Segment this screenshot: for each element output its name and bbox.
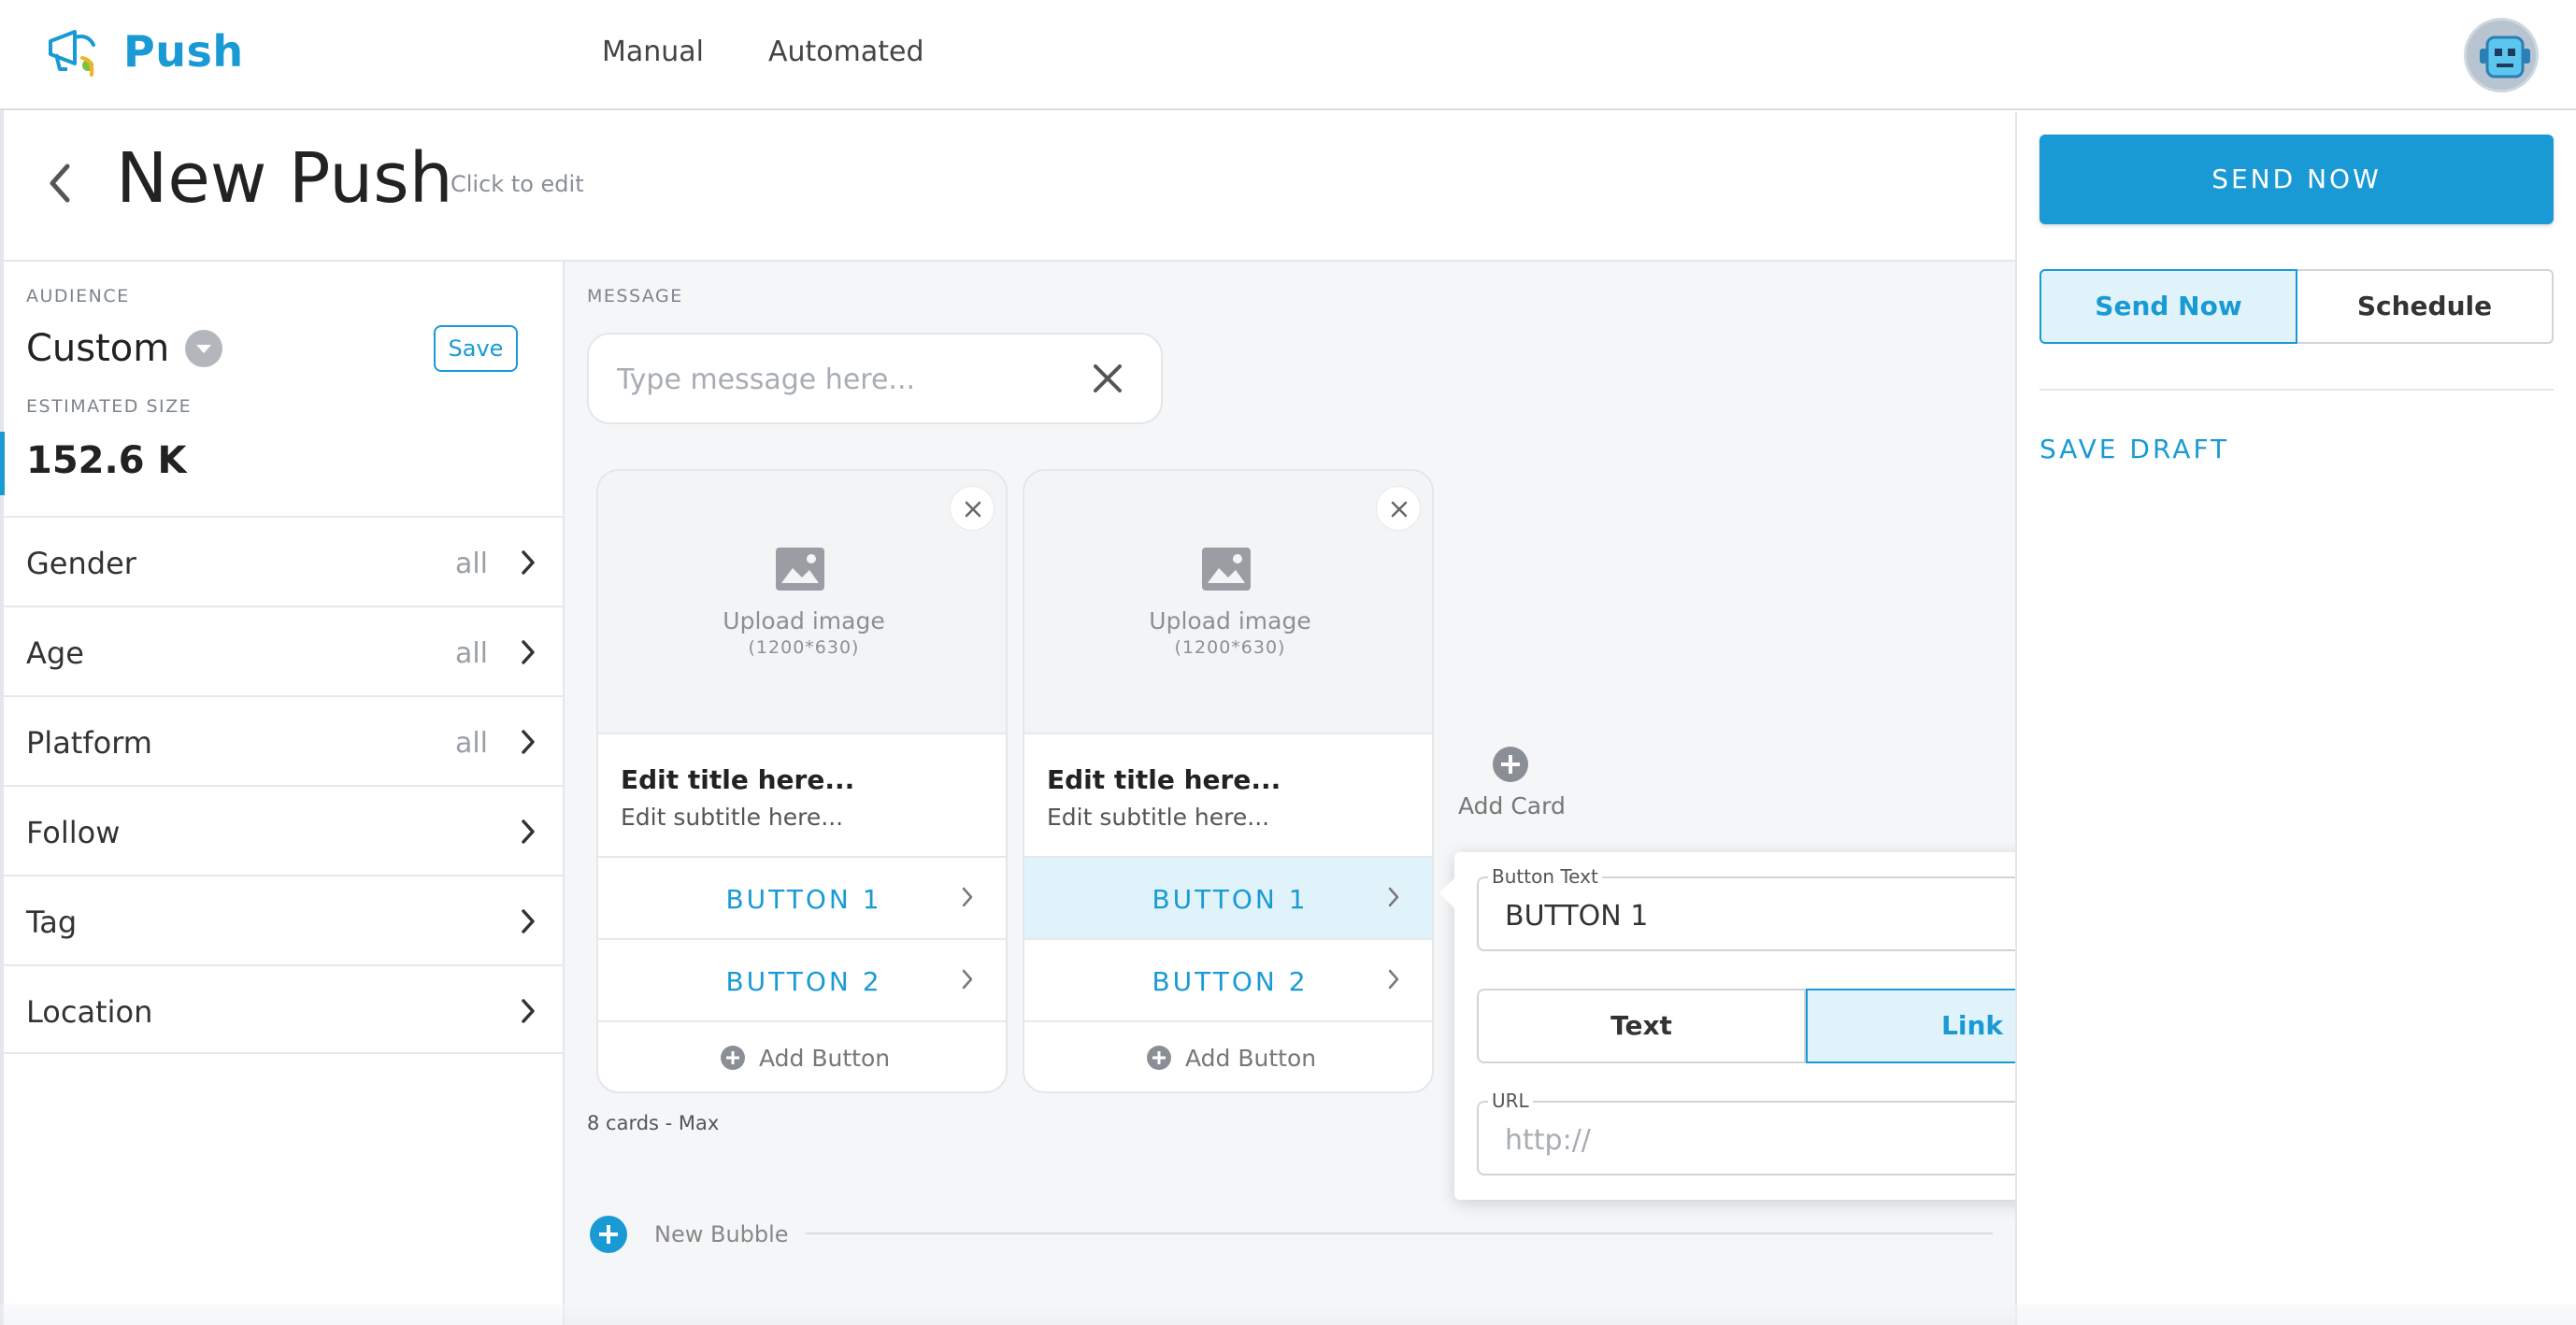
plus-circle-icon[interactable] — [589, 1215, 628, 1254]
upload-image-label: Upload image — [723, 607, 885, 634]
filter-row-location[interactable]: Location — [4, 964, 563, 1054]
upload-image-size: (1200*630) — [748, 637, 860, 658]
add-button-button[interactable]: Add Button — [1024, 1020, 1432, 1091]
avatar[interactable] — [2464, 18, 2539, 93]
chevron-right-icon — [522, 730, 535, 754]
card-button-label: BUTTON 1 — [1152, 884, 1309, 915]
remove-card-button[interactable] — [950, 486, 995, 531]
add-card-button[interactable]: Add Card — [1456, 744, 1567, 828]
close-icon — [965, 501, 981, 518]
filter-row-platform[interactable]: Platform all — [4, 695, 563, 785]
card-button-label: BUTTON 2 — [1152, 966, 1309, 997]
estimated-size-label: ESTIMATED SIZE — [26, 396, 193, 417]
plus-circle-icon — [1147, 1046, 1171, 1070]
new-bubble-divider — [806, 1232, 1993, 1234]
card-title[interactable]: Edit title here... — [1047, 764, 1281, 795]
chevron-right-icon — [522, 819, 535, 844]
top-navigation-bar — [0, 0, 2576, 110]
estimated-size-value: 152.6 K — [26, 439, 187, 482]
filter-value: all — [454, 548, 488, 580]
plus-circle-icon — [1493, 747, 1528, 782]
audience-value: Custom — [26, 327, 170, 370]
remove-card-button[interactable] — [1376, 486, 1421, 531]
filter-label: Follow — [26, 815, 121, 850]
new-bubble-label[interactable]: New Bubble — [654, 1221, 789, 1247]
message-input[interactable] — [617, 359, 1066, 400]
card-button-2[interactable]: BUTTON 2 — [598, 938, 1006, 1020]
cards-max-note: 8 cards - Max — [587, 1112, 720, 1134]
filter-label: Gender — [26, 546, 136, 581]
chevron-right-icon — [522, 640, 535, 664]
upload-image-size: (1200*630) — [1174, 637, 1286, 658]
filter-label: Platform — [26, 725, 152, 761]
filter-value: all — [454, 727, 488, 760]
chevron-right-icon — [1388, 969, 1399, 990]
image-icon — [1202, 548, 1251, 591]
card-button-1[interactable]: BUTTON 1 — [598, 856, 1006, 938]
audience-dropdown-icon[interactable] — [185, 330, 222, 367]
megaphone-icon[interactable] — [41, 21, 103, 82]
close-icon[interactable] — [1090, 361, 1125, 396]
save-audience-button[interactable]: Save — [434, 325, 518, 372]
card-title[interactable]: Edit title here... — [621, 764, 854, 795]
card-subtitle[interactable]: Edit subtitle here... — [1047, 804, 1269, 831]
filter-row-gender[interactable]: Gender all — [4, 516, 563, 606]
app-title[interactable]: Push — [123, 26, 244, 77]
card-button-label: BUTTON 1 — [725, 884, 882, 915]
card-image-upload[interactable]: Upload image (1200*630) — [1024, 471, 1432, 734]
chevron-right-icon — [962, 887, 973, 907]
chevron-right-icon — [522, 999, 535, 1023]
filter-row-follow[interactable]: Follow — [4, 785, 563, 875]
save-draft-button[interactable]: SAVE DRAFT — [2039, 434, 2229, 464]
nav-automated[interactable]: Automated — [768, 36, 924, 68]
image-icon — [776, 548, 824, 591]
add-button-label: Add Button — [1185, 1045, 1317, 1072]
url-label: URL — [1488, 1090, 1533, 1112]
close-icon — [1391, 501, 1408, 518]
add-button-label: Add Button — [759, 1045, 891, 1072]
button-text-label: Button Text — [1488, 865, 1602, 888]
send-mode-toggle: Send Now Schedule — [2039, 269, 2554, 344]
chevron-right-icon — [522, 909, 535, 933]
card-button-label: BUTTON 2 — [725, 966, 882, 997]
estimated-size-accent-bar — [0, 432, 5, 495]
message-label: MESSAGE — [587, 286, 683, 306]
type-option-text[interactable]: Text — [1477, 989, 1806, 1063]
add-button-button[interactable]: Add Button — [598, 1020, 1006, 1091]
chevron-right-icon — [1388, 887, 1399, 907]
card-subtitle[interactable]: Edit subtitle here... — [621, 804, 843, 831]
message-card-2: Upload image (1200*630) Edit title here.… — [1023, 469, 1434, 1093]
button-text-input[interactable] — [1505, 897, 2047, 934]
card-button-1-selected[interactable]: BUTTON 1 — [1024, 856, 1432, 938]
card-button-2[interactable]: BUTTON 2 — [1024, 938, 1432, 1020]
audience-label: AUDIENCE — [26, 286, 130, 306]
page-title[interactable]: New Push — [116, 138, 453, 219]
filter-label: Location — [26, 994, 153, 1030]
message-card-1: Upload image (1200*630) Edit title here.… — [596, 469, 1008, 1093]
plus-circle-icon — [721, 1046, 745, 1070]
card-image-upload[interactable]: Upload image (1200*630) — [598, 471, 1006, 734]
right-panel-divider — [2039, 389, 2554, 391]
add-card-label: Add Card — [1458, 792, 1566, 819]
bottom-edge — [0, 1304, 2576, 1325]
click-to-edit-hint[interactable]: Click to edit — [451, 171, 584, 197]
chevron-right-icon — [522, 550, 535, 575]
nav-manual[interactable]: Manual — [602, 36, 704, 68]
filter-value: all — [454, 637, 488, 670]
filter-row-tag[interactable]: Tag — [4, 875, 563, 964]
popover-arrow — [1439, 878, 1454, 908]
filter-label: Age — [26, 635, 84, 671]
chevron-right-icon — [962, 969, 973, 990]
chevron-left-icon[interactable] — [41, 157, 79, 209]
filter-row-age[interactable]: Age all — [4, 606, 563, 695]
mode-option-send-now[interactable]: Send Now — [2039, 269, 2297, 344]
mode-option-schedule[interactable]: Schedule — [2297, 269, 2554, 344]
send-now-button[interactable]: SEND NOW — [2039, 135, 2554, 224]
upload-image-label: Upload image — [1149, 607, 1311, 634]
filter-label: Tag — [26, 905, 78, 940]
